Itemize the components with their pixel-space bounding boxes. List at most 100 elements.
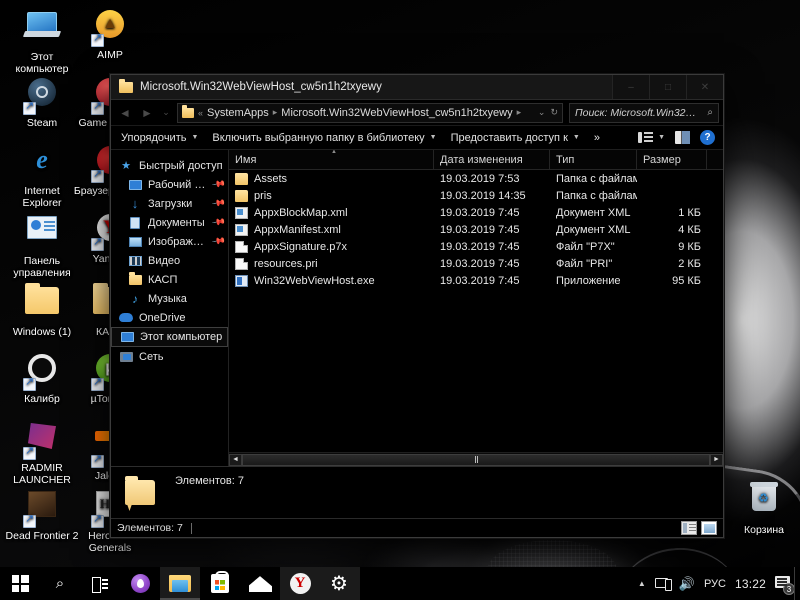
cortana-button[interactable] (120, 567, 160, 600)
include-in-library-button[interactable]: Включить выбранную папку в библиотеку ▼ (208, 130, 446, 146)
desktop-icon-computer[interactable]: Этот компьютер (4, 6, 80, 75)
preview-pane-icon[interactable] (675, 131, 690, 144)
table-row[interactable]: pris 19.03.2019 14:35 Папка с файлами (229, 187, 723, 204)
navigation-pane[interactable]: ★Быстрый доступРабочий стол📌↓Загрузки📌До… (111, 150, 229, 466)
recent-locations-button[interactable]: ⌄ (159, 103, 173, 123)
documents-icon (130, 216, 140, 229)
pin-icon[interactable]: 📌 (211, 196, 226, 211)
volume-icon[interactable]: 🔊 (679, 576, 695, 592)
minimize-button[interactable]: – (612, 75, 649, 99)
maximize-button[interactable]: □ (649, 75, 686, 99)
table-row[interactable]: AppxSignature.p7x 19.03.2019 7:45 Файл "P7… (229, 238, 723, 255)
file-list[interactable]: Assets19.03.2019 7:53Папка с файламиpris… (229, 170, 723, 452)
desktop-icon-recycle-bin[interactable]: ♻ Корзина (726, 480, 800, 536)
breadcrumb-current-folder[interactable]: Microsoft.Win32WebViewHost_cw5n1h2txyewy (281, 107, 512, 119)
details-pane: Элементов: 7 (111, 466, 723, 518)
sidebar-item-музыка[interactable]: ♪ Музыка (111, 289, 228, 308)
refresh-icon[interactable]: ↻ (550, 107, 558, 118)
taskbar-search-button[interactable]: ⌕ (40, 567, 80, 600)
sidebar-item-видео[interactable]: Видео (111, 251, 228, 270)
xml-file-icon (235, 206, 248, 219)
pin-icon[interactable]: 📌 (211, 177, 226, 192)
table-row[interactable]: AppxManifest.xml 19.03.2019 7:45 Документ … (229, 221, 723, 238)
desktop-icon-kalibr[interactable]: Калибр (4, 350, 80, 405)
taskbar-mail[interactable] (240, 567, 280, 600)
status-separator (190, 522, 192, 534)
desktop-icon-radmir[interactable]: RADMIR LAUNCHER (4, 418, 80, 486)
scroll-left-button[interactable]: ◄ (229, 453, 242, 466)
sidebar-item-этот-компьютер[interactable]: Этот компьютер (111, 327, 228, 347)
file-type: Документ XML (556, 206, 631, 219)
scroll-right-button[interactable]: ► (710, 453, 723, 466)
pin-icon[interactable]: 📌 (211, 234, 226, 249)
start-button[interactable] (0, 567, 40, 600)
clock[interactable]: 13:22 (735, 577, 766, 591)
status-item-count: Элементов: 7 (117, 522, 183, 534)
sidebar-item-касп[interactable]: КАСП (111, 270, 228, 289)
column-header-name[interactable]: Имя (229, 150, 434, 169)
search-box[interactable]: Поиск: Microsoft.Win32WebVi... ⌕ (569, 102, 719, 123)
sidebar-item-рабочий-стол[interactable]: Рабочий стол 📌 (111, 175, 228, 194)
sidebar-item-документы[interactable]: Документы 📌 (111, 213, 228, 232)
forward-button[interactable]: ► (137, 103, 157, 123)
search-input[interactable]: Поиск: Microsoft.Win32WebVi... (575, 107, 703, 119)
language-indicator[interactable]: РУС (704, 578, 726, 590)
column-headers[interactable]: Имя Дата изменения Тип Размер (229, 150, 723, 170)
scrollbar-thumb[interactable] (242, 453, 710, 466)
table-row[interactable]: Win32WebViewHost.exe 19.03.2019 7:45 Прило… (229, 272, 723, 289)
change-view-button[interactable]: ▼ (638, 131, 665, 144)
pin-icon[interactable]: 📌 (211, 215, 226, 230)
share-with-button[interactable]: Предоставить доступ к ▼ (447, 130, 590, 146)
sidebar-item-загрузки[interactable]: ↓ Загрузки 📌 (111, 194, 228, 213)
horizontal-scrollbar[interactable]: ◄ ► (229, 452, 723, 466)
desktop-icon-folder[interactable]: Windows (1) (4, 282, 80, 338)
network-icon[interactable] (654, 577, 672, 591)
column-header-size[interactable]: Размер (637, 150, 707, 169)
toolbar-overflow-button[interactable]: » (590, 130, 610, 146)
tray-overflow-button[interactable]: ▲ (638, 579, 646, 588)
desktop-icon-aimp[interactable]: ▲ AIMP (72, 6, 148, 61)
organize-button[interactable]: Упорядочить ▼ (117, 130, 208, 146)
file-date: 19.03.2019 7:45 (440, 240, 520, 253)
folder-icon (182, 104, 194, 118)
large-icons-view-icon[interactable] (701, 521, 717, 535)
table-row[interactable]: Assets 19.03.2019 7:53 Папка с файлами (229, 170, 723, 187)
window-titlebar[interactable]: Microsoft.Win32WebViewHost_cw5n1h2txyewy… (111, 75, 723, 100)
desktop-icon-dead-frontier[interactable]: Dead Frontier 2 (4, 486, 80, 542)
desktop-icon-internet-explorer[interactable]: e Internet Explorer (4, 142, 80, 210)
address-bar[interactable]: « SystemApps ▸ Microsoft.Win32WebViewHos… (177, 102, 563, 123)
window-title: Microsoft.Win32WebViewHost_cw5n1h2txyewy (140, 81, 382, 93)
column-header-date[interactable]: Дата изменения (434, 150, 550, 169)
show-desktop-button[interactable] (794, 567, 800, 600)
task-view-button[interactable] (80, 567, 120, 600)
taskbar-microsoft-store[interactable] (200, 567, 240, 600)
taskbar-settings[interactable]: ⚙ (320, 567, 360, 600)
help-button[interactable]: ? (700, 130, 715, 145)
close-button[interactable]: ✕ (686, 75, 723, 99)
back-button[interactable]: ◄ (115, 103, 135, 123)
details-view-icon[interactable] (681, 521, 697, 535)
action-center-icon[interactable]: 3 (775, 576, 795, 595)
sidebar-item-onedrive[interactable]: OneDrive (111, 308, 228, 327)
column-header-type[interactable]: Тип (550, 150, 637, 169)
taskbar-file-explorer[interactable] (160, 567, 200, 600)
desktop-icon-control-panel[interactable]: Панель управления (4, 210, 80, 279)
system-tray: ▲ 🔊 РУС 13:22 3 (638, 576, 800, 595)
sidebar-item-быстрый-доступ[interactable]: ★ Быстрый доступ (111, 156, 228, 175)
breadcrumb-separator-end[interactable]: ▸ (517, 107, 522, 118)
breadcrumb-systemapps[interactable]: SystemApps (207, 107, 269, 119)
desktop-icon-label: Internet Explorer (22, 185, 62, 209)
table-row[interactable]: AppxBlockMap.xml 19.03.2019 7:45 Документ … (229, 204, 723, 221)
file-name: pris (254, 189, 272, 202)
taskbar-yandex-browser[interactable]: Y (280, 567, 320, 600)
table-row[interactable]: resources.pri 19.03.2019 7:45 Файл "PRI" 2 … (229, 255, 723, 272)
file-explorer-window[interactable]: Microsoft.Win32WebViewHost_cw5n1h2txyewy… (110, 74, 724, 538)
sidebar-item-изображения[interactable]: Изображения 📌 (111, 232, 228, 251)
sidebar-item-сеть[interactable]: Сеть (111, 347, 228, 366)
organize-label: Упорядочить (121, 131, 187, 144)
chevron-down-icon[interactable]: ⌄ (538, 107, 546, 118)
scrollbar-track[interactable] (242, 453, 710, 466)
breadcrumb-overflow[interactable]: « (198, 108, 203, 118)
desktop-icon-steam[interactable]: Steam (4, 74, 80, 129)
folder-icon (235, 189, 248, 202)
